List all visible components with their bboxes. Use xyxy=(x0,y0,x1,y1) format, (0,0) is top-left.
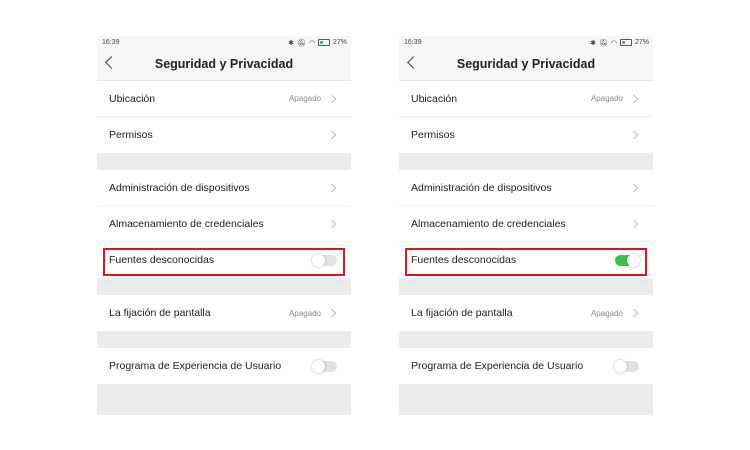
chevron-right-icon xyxy=(629,130,639,140)
setting-label: Programa de Experiencia de Usuario xyxy=(411,360,584,372)
wifi-icon: ◠ xyxy=(308,39,315,47)
header: Seguridad y Privacidad xyxy=(399,49,653,81)
phone-screen-before: 16:39 ✱ 🔕︎ ◠ 27% Seguridad y Privacidad … xyxy=(97,36,351,415)
chevron-right-icon xyxy=(327,94,337,103)
settings-group-3: La fijación de pantalla Apagado xyxy=(399,295,653,331)
fuentes-toggle[interactable] xyxy=(312,253,337,267)
experiencia-toggle[interactable] xyxy=(614,359,639,373)
setting-value: Apagado xyxy=(590,308,623,318)
setting-label: Almacenamiento de credenciales xyxy=(109,217,264,230)
settings-group-3: La fijación de pantalla Apagado xyxy=(97,295,351,331)
setting-permisos[interactable]: Permisos xyxy=(399,117,653,153)
setting-ubicacion[interactable]: Ubicación Apagado xyxy=(399,81,653,117)
setting-ubicacion[interactable]: Ubicación Apagado xyxy=(97,81,351,117)
chevron-right-icon xyxy=(629,308,639,318)
status-time: 16:39 xyxy=(404,39,422,46)
settings-group-4: Programa de Experiencia de Usuario xyxy=(97,348,351,384)
phone-screen-after: 16:39 ✱ 🔕︎ ◠ 27% Seguridad y Privacidad … xyxy=(399,36,653,415)
bluetooth-icon: ✱ xyxy=(590,39,596,47)
header: Seguridad y Privacidad xyxy=(97,49,351,81)
setting-label: Programa de Experiencia de Usuario xyxy=(109,360,282,372)
chevron-right-icon xyxy=(327,308,337,318)
setting-label: La fijación de pantalla xyxy=(411,307,513,319)
page-title: Seguridad y Privacidad xyxy=(456,57,596,71)
settings-group-4: Programa de Experiencia de Usuario xyxy=(399,348,653,384)
setting-label: La fijación de pantalla xyxy=(109,307,211,319)
chevron-right-icon xyxy=(629,94,639,103)
mute-icon: 🔕︎ xyxy=(598,39,608,47)
page-title: Seguridad y Privacidad xyxy=(154,57,294,71)
setting-label: Fuentes desconocidas xyxy=(109,254,215,266)
status-bar: 16:39 ✱ 🔕︎ ◠ 27% xyxy=(399,36,653,49)
setting-label: Almacenamiento de credenciales xyxy=(411,217,566,230)
setting-label: Fuentes desconocidas xyxy=(411,254,517,266)
settings-group-2: Administración de dispositivos Almacenam… xyxy=(97,170,351,278)
chevron-right-icon xyxy=(327,183,337,192)
setting-label: Permisos xyxy=(109,129,153,141)
bluetooth-icon: ✱ xyxy=(288,39,294,47)
fuentes-toggle[interactable] xyxy=(615,253,640,267)
setting-fijacion-pantalla[interactable]: La fijación de pantalla Apagado xyxy=(97,295,351,331)
experiencia-toggle[interactable] xyxy=(312,359,337,373)
setting-value: Apagado xyxy=(590,94,623,103)
setting-fuentes-desconocidas[interactable]: Fuentes desconocidas xyxy=(97,242,351,278)
setting-credenciales[interactable]: Almacenamiento de credenciales xyxy=(97,206,351,242)
wifi-icon: ◠ xyxy=(610,39,617,47)
setting-label: Permisos xyxy=(411,129,455,141)
chevron-right-icon xyxy=(629,219,639,228)
setting-admin-dispositivos[interactable]: Administración de dispositivos xyxy=(97,170,351,206)
setting-label: Administración de dispositivos xyxy=(411,181,552,194)
mute-icon: 🔕︎ xyxy=(296,39,306,47)
battery-icon xyxy=(317,39,330,46)
chevron-right-icon xyxy=(327,219,337,228)
setting-fuentes-desconocidas[interactable]: Fuentes desconocidas xyxy=(399,242,653,278)
settings-group-1: Ubicación Apagado Permisos xyxy=(97,81,351,153)
battery-icon xyxy=(619,39,632,46)
chevron-right-icon xyxy=(327,130,337,140)
setting-admin-dispositivos[interactable]: Administración de dispositivos xyxy=(399,170,653,206)
chevron-right-icon xyxy=(629,183,639,192)
setting-label: Ubicación xyxy=(109,92,156,105)
setting-value: Apagado xyxy=(288,308,321,318)
setting-permisos[interactable]: Permisos xyxy=(97,117,351,153)
setting-experiencia-usuario[interactable]: Programa de Experiencia de Usuario xyxy=(399,348,653,384)
setting-credenciales[interactable]: Almacenamiento de credenciales xyxy=(399,206,653,242)
setting-fijacion-pantalla[interactable]: La fijación de pantalla Apagado xyxy=(399,295,653,331)
settings-group-1: Ubicación Apagado Permisos xyxy=(399,81,653,153)
setting-value: Apagado xyxy=(288,94,321,103)
setting-label: Administración de dispositivos xyxy=(109,181,250,194)
setting-label: Ubicación xyxy=(411,92,458,105)
settings-group-2: Administración de dispositivos Almacenam… xyxy=(399,170,653,278)
status-time: 16:39 xyxy=(102,39,120,46)
setting-experiencia-usuario[interactable]: Programa de Experiencia de Usuario xyxy=(97,348,351,384)
battery-percent: 27% xyxy=(634,39,649,46)
battery-percent: 27% xyxy=(332,39,347,46)
status-bar: 16:39 ✱ 🔕︎ ◠ 27% xyxy=(97,36,351,49)
